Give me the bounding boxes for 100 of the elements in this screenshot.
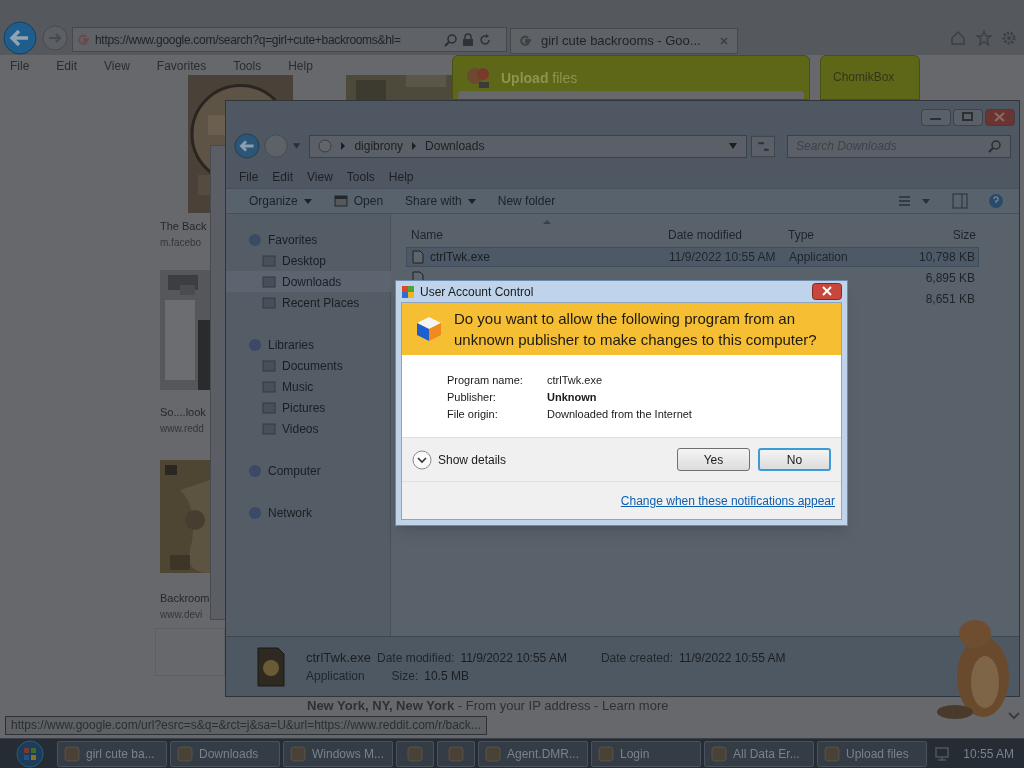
search-icon[interactable] — [988, 139, 1002, 153]
search-icon[interactable] — [444, 32, 458, 47]
app-icon — [598, 745, 614, 762]
back-button[interactable] — [3, 21, 37, 55]
column-header[interactable]: Type — [788, 226, 878, 244]
address-bar[interactable]: https://www.google.com/search?q=girl+cute+backrooms&hl= — [72, 27, 507, 52]
field-label: File origin: — [447, 407, 499, 422]
result-title[interactable]: So....look — [160, 404, 206, 421]
taskbar-button[interactable]: Login — [591, 740, 701, 767]
toolbar-button[interactable]: Open — [325, 190, 392, 212]
nav-item[interactable]: Downloads — [226, 271, 391, 292]
dropdown-icon[interactable] — [727, 142, 738, 150]
popup-title: Upload files — [501, 69, 578, 88]
detail-value: 11/9/2022 10:55 AM — [678, 649, 786, 667]
maximize-button[interactable] — [953, 109, 983, 126]
nav-item[interactable]: Desktop — [248, 250, 390, 271]
back-button[interactable] — [234, 132, 260, 160]
app-icon — [407, 745, 423, 762]
toolbar-button[interactable]: New folder — [489, 190, 564, 212]
detail-value: 11/9/2022 10:55 AM — [460, 649, 567, 667]
app-icon — [290, 745, 306, 762]
folder-icon — [262, 400, 276, 415]
nav-item[interactable]: Computer — [248, 460, 390, 481]
app-icon — [177, 745, 193, 762]
section-icon — [248, 337, 262, 352]
detail-value: 10.5 MB — [424, 668, 469, 686]
nav-item[interactable]: Music — [248, 376, 390, 397]
taskbar-button[interactable]: All Data Er... — [704, 740, 814, 767]
nav-item[interactable]: Documents — [248, 355, 390, 376]
section-icon — [248, 463, 262, 478]
refresh-icon[interactable] — [750, 134, 775, 158]
refresh-icon[interactable] — [478, 32, 492, 47]
view-options-icon[interactable] — [898, 194, 932, 208]
app-icon — [485, 745, 501, 762]
open-icon — [333, 194, 348, 208]
scroll-down-icon[interactable] — [1008, 712, 1020, 720]
app-icon — [711, 745, 727, 762]
menu-item[interactable]: Help — [283, 57, 318, 75]
detail-file-name: ctrlTwk.exe — [306, 648, 371, 667]
menu-item[interactable]: Edit — [51, 57, 83, 75]
field-label: Publisher: — [447, 390, 497, 405]
chevron-icon — [340, 142, 347, 150]
toolbar-button[interactable]: Share with — [397, 190, 484, 212]
toolbar-button[interactable]: Organize — [241, 190, 320, 212]
clock: 10:55 AM — [962, 745, 1015, 763]
file-type: Application — [789, 249, 849, 266]
breadcrumb-bar[interactable]: digibrony Downloads — [309, 134, 747, 158]
nav-item[interactable]: Recent Places — [248, 292, 390, 313]
menu-item[interactable]: Tools — [228, 57, 267, 75]
nav-item[interactable]: Videos — [248, 418, 390, 439]
taskbar-button[interactable]: Downloads — [170, 740, 280, 767]
settings-icon[interactable] — [1001, 30, 1017, 46]
section-icon — [248, 232, 262, 247]
taskbar-button[interactable] — [396, 740, 434, 767]
star-icon[interactable] — [976, 30, 992, 46]
dialog-button[interactable]: Yes — [677, 448, 750, 471]
close-icon[interactable] — [719, 36, 729, 46]
taskbar-button[interactable] — [437, 740, 475, 767]
result-title[interactable]: Backroom — [160, 590, 210, 607]
taskbar-button[interactable]: girl cute ba... — [57, 740, 167, 767]
preview-pane-icon[interactable] — [952, 193, 968, 209]
breadcrumb-item[interactable]: Downloads — [425, 137, 485, 155]
app-icon — [824, 745, 840, 762]
taskbar-button[interactable]: Agent.DMR... — [478, 740, 588, 767]
menu-item[interactable]: Favorites — [151, 57, 212, 75]
nav-item[interactable]: Network — [248, 502, 390, 523]
help-icon[interactable] — [988, 193, 1004, 209]
column-header[interactable]: Size — [878, 226, 979, 244]
file-row[interactable]: ctrlTwk.exe 11/9/2022 10:55 AM Application 10,798 KB — [406, 247, 979, 267]
field-label: Program name: — [447, 373, 524, 388]
minimize-button[interactable] — [921, 109, 951, 126]
browser-tab[interactable]: girl cute backrooms - Goo... — [510, 28, 738, 54]
nav-item[interactable]: Pictures — [248, 397, 390, 418]
sort-arrow-icon — [543, 220, 551, 224]
address-text: https://www.google.com/search?q=girl+cute+backrooms&hl= — [95, 31, 402, 49]
menu-item[interactable]: Help — [383, 167, 419, 186]
dropdown-icon — [303, 198, 312, 204]
column-header[interactable]: Name — [406, 226, 668, 244]
nav-item[interactable]: Libraries — [248, 334, 390, 355]
google-icon — [519, 34, 533, 48]
result-title[interactable]: The Back — [160, 218, 207, 235]
folder-icon — [262, 274, 276, 289]
dialog-button[interactable]: No — [758, 448, 831, 471]
taskbar-button[interactable]: Upload files — [817, 740, 927, 767]
menu-item[interactable]: Tools — [341, 167, 380, 186]
menu-item[interactable]: View — [302, 167, 338, 186]
taskbar-button[interactable]: Windows M... — [283, 740, 393, 767]
menu-item[interactable]: File — [234, 167, 264, 186]
breadcrumb-item[interactable]: digibrony — [354, 137, 404, 155]
dropdown-icon[interactable] — [292, 142, 302, 150]
menu-item[interactable]: File — [5, 57, 35, 75]
file-name: ctrlTwk.exe — [430, 249, 490, 266]
close-button[interactable] — [812, 283, 842, 300]
menu-item[interactable]: Edit — [267, 167, 299, 186]
nav-item[interactable]: Favorites — [248, 229, 390, 250]
show-details-button[interactable]: Show details — [412, 449, 507, 470]
home-icon[interactable] — [950, 30, 966, 46]
column-header[interactable]: Date modified — [668, 226, 788, 244]
shield-icon — [401, 284, 415, 299]
menu-item[interactable]: View — [99, 57, 135, 75]
